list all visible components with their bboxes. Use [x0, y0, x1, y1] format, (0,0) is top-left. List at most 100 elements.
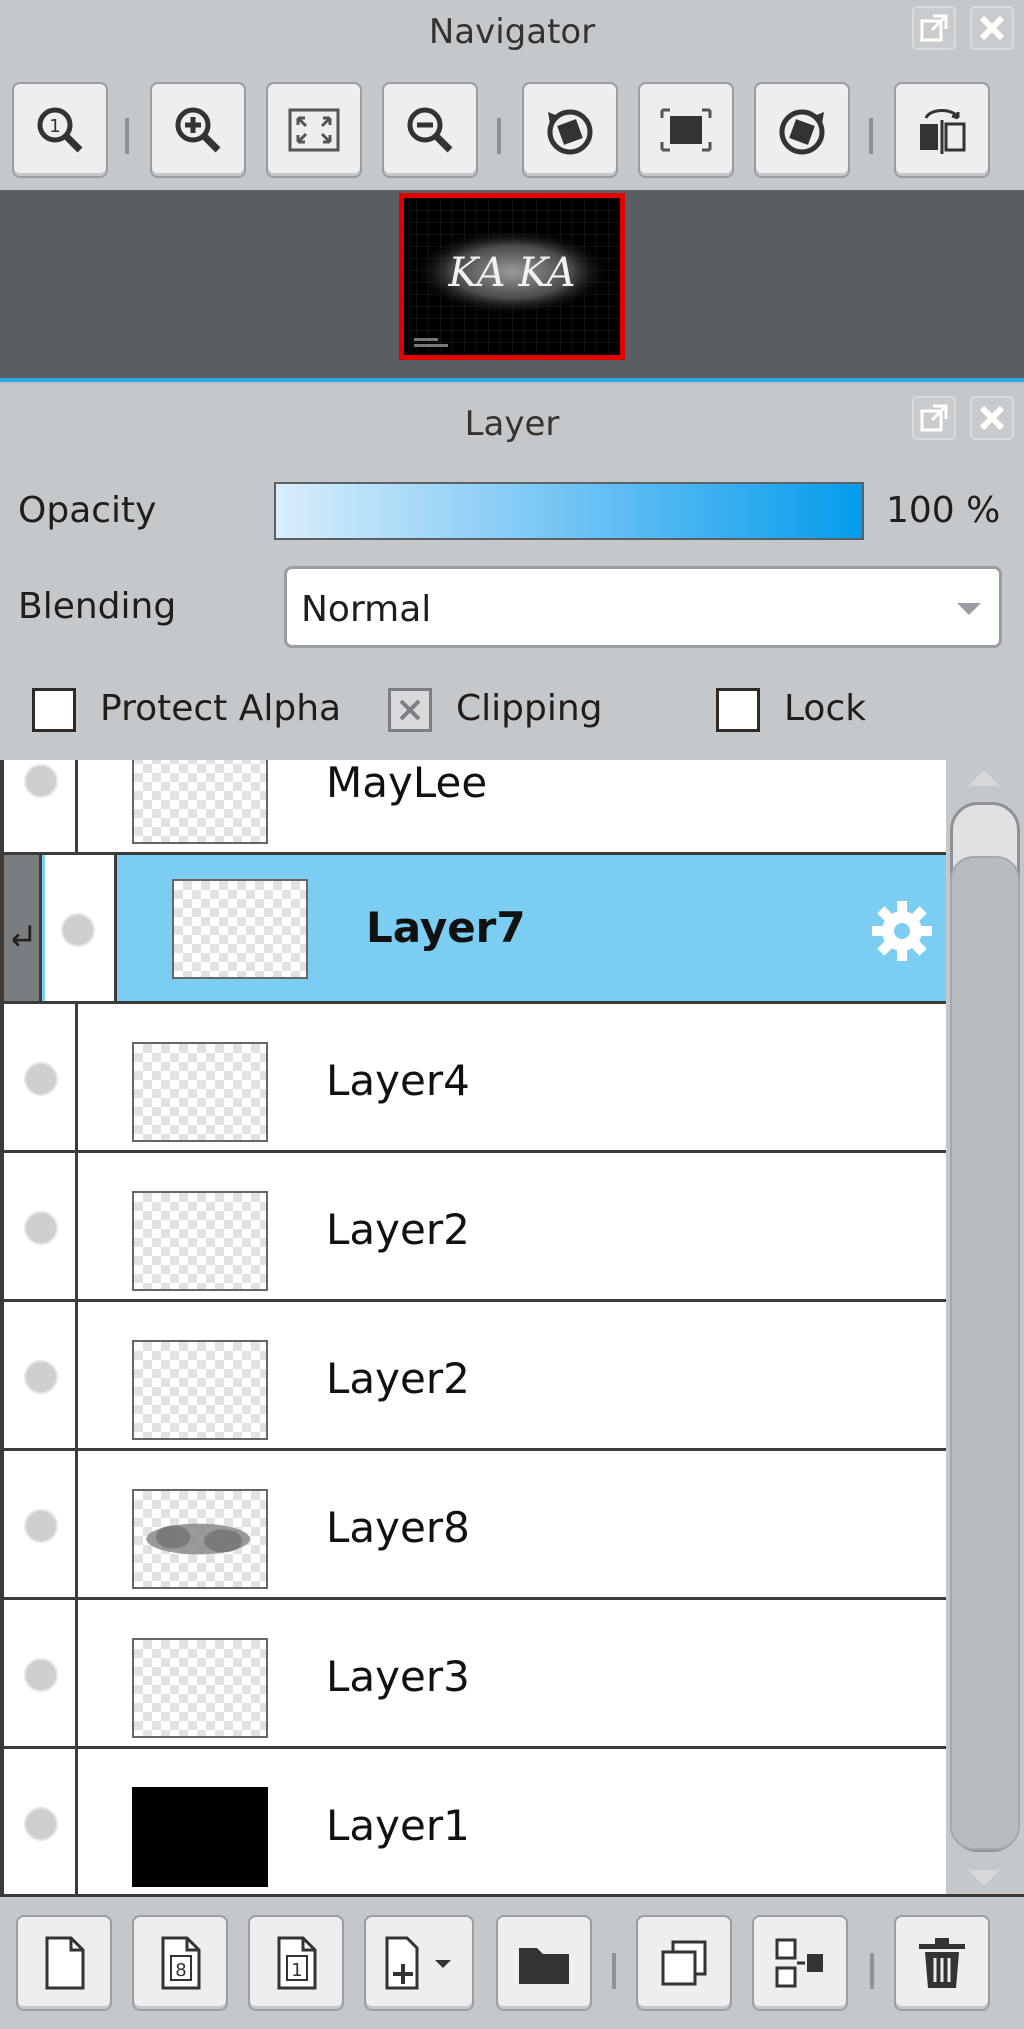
scroll-thumb[interactable]	[950, 856, 1020, 1850]
layer-row[interactable]: Layer1	[4, 1749, 946, 1894]
layer-list-scrollbar[interactable]	[946, 760, 1024, 1894]
layer-row[interactable]: Layer2	[4, 1153, 946, 1302]
chevron-down-icon	[957, 603, 981, 615]
layer-thumbnail	[132, 1340, 268, 1440]
layer-name: Layer8	[326, 1503, 470, 1552]
merge-layer-button[interactable]	[752, 1915, 848, 2011]
svg-text:8: 8	[175, 1960, 186, 1981]
clipping-indicator	[4, 855, 42, 1001]
navigator-toolbar: 1	[0, 68, 1024, 190]
flip-horizontal-icon	[920, 109, 966, 154]
layer-thumbnail	[132, 760, 268, 844]
new-color-layer-button[interactable]	[16, 1915, 112, 2011]
navigator-preview-area[interactable]: KA KA	[0, 190, 1024, 378]
delete-layer-button[interactable]	[894, 1915, 990, 2011]
protect-alpha-checkbox[interactable]	[32, 688, 76, 732]
blending-mode-select[interactable]: Normal	[284, 566, 1002, 648]
scroll-down-icon[interactable]	[968, 1870, 1000, 1886]
layer-list[interactable]: MayLee Layer7 Layer4 Layer2 Layer2 Layer…	[0, 760, 946, 1894]
navigator-canvas-thumbnail[interactable]: KA KA	[399, 193, 625, 360]
lock-checkbox[interactable]	[716, 688, 760, 732]
layer-thumbnail	[132, 1638, 268, 1738]
navigator-close-button[interactable]	[970, 6, 1014, 50]
svg-text:1: 1	[291, 1960, 302, 1981]
clipping-arrow-icon	[12, 925, 32, 947]
reset-view-icon	[660, 108, 712, 152]
visibility-column	[4, 1600, 78, 1746]
scroll-up-icon[interactable]	[968, 770, 1000, 786]
layer-thumbnail	[132, 1191, 268, 1291]
visibility-toggle-icon[interactable]	[24, 1062, 58, 1096]
layer-name: Layer2	[326, 1354, 470, 1403]
panel-divider[interactable]	[0, 378, 1024, 382]
visibility-toggle-icon[interactable]	[24, 764, 58, 798]
layer-name: Layer4	[326, 1056, 470, 1105]
layer-panel-title: Layer	[464, 404, 560, 444]
visibility-toggle-icon[interactable]	[24, 1807, 58, 1841]
opacity-slider[interactable]	[274, 482, 864, 540]
thumbnail-text: KA KA	[447, 250, 575, 296]
zoom-100-icon: 1	[37, 107, 83, 153]
layer-row[interactable]: Layer4	[4, 1004, 946, 1153]
layer-row-selected[interactable]: Layer7	[4, 855, 946, 1004]
layer-header: Layer	[0, 384, 1024, 452]
clipping-checkbox[interactable]	[388, 688, 432, 732]
visibility-toggle-icon[interactable]	[61, 913, 95, 947]
fit-to-window-button[interactable]	[266, 82, 362, 178]
protect-alpha-label[interactable]: Protect Alpha	[100, 688, 341, 729]
layer-row[interactable]: Layer3	[4, 1600, 946, 1749]
layer-name: Layer1	[326, 1801, 470, 1850]
duplicate-icon	[661, 1940, 707, 1986]
visibility-column	[4, 1153, 78, 1299]
gear-icon[interactable]	[868, 897, 936, 965]
zoom-in-button[interactable]	[150, 82, 246, 178]
layer-close-button[interactable]	[970, 396, 1014, 440]
opacity-label: Opacity	[18, 490, 157, 531]
layer-thumbnail	[132, 1489, 268, 1589]
navigator-detach-button[interactable]	[912, 6, 956, 50]
add-layer-menu-button[interactable]	[364, 1915, 474, 2011]
layer-thumbnail	[132, 1787, 268, 1887]
reset-rotation-button[interactable]	[638, 82, 734, 178]
layer-detach-button[interactable]	[912, 396, 956, 440]
visibility-column	[4, 760, 78, 852]
detach-icon	[920, 404, 948, 432]
clipping-label[interactable]: Clipping	[456, 688, 603, 729]
zoom-out-button[interactable]	[382, 82, 478, 178]
visibility-toggle-icon[interactable]	[24, 1658, 58, 1692]
layer-name: Layer2	[326, 1205, 470, 1254]
layer-name: Layer3	[326, 1652, 470, 1701]
visibility-toggle-icon[interactable]	[24, 1509, 58, 1543]
layer-row[interactable]: Layer8	[4, 1451, 946, 1600]
flip-horizontal-button[interactable]	[894, 82, 990, 178]
rotate-left-button[interactable]	[522, 82, 618, 178]
detach-icon	[920, 14, 948, 42]
opacity-value: 100 %	[886, 490, 1001, 531]
smudge-thumbnail-art	[146, 1523, 250, 1555]
layer-row[interactable]: Layer2	[4, 1302, 946, 1451]
visibility-toggle-icon[interactable]	[24, 1360, 58, 1394]
close-icon	[979, 405, 1005, 431]
new-1bit-layer-button[interactable]: 1	[248, 1915, 344, 2011]
blending-mode-value: Normal	[301, 589, 432, 630]
layer-settings: Opacity 100 % Blending Normal Protect Al…	[0, 452, 1024, 760]
layer-thumbnail	[172, 879, 308, 979]
x-mark-icon	[399, 699, 421, 721]
visibility-toggle-icon[interactable]	[24, 1211, 58, 1245]
blending-label: Blending	[18, 586, 177, 627]
duplicate-layer-button[interactable]	[636, 1915, 732, 2011]
folder-icon	[519, 1948, 569, 1984]
merge-down-icon	[775, 1938, 823, 1988]
layer-toolbar: 8 1	[0, 1894, 1024, 2029]
add-layer-dropdown-icon	[385, 1936, 451, 1990]
rotate-right-button[interactable]	[754, 82, 850, 178]
new-folder-button[interactable]	[496, 1915, 592, 2011]
visibility-column	[45, 855, 117, 1001]
zoom-actual-size-button[interactable]: 1	[12, 82, 108, 178]
fit-screen-icon	[288, 108, 340, 152]
new-8bit-layer-button[interactable]: 8	[132, 1915, 228, 2011]
rotate-right-icon	[779, 109, 825, 155]
layer-row[interactable]: MayLee	[4, 760, 946, 855]
lock-label[interactable]: Lock	[784, 688, 866, 729]
visibility-column	[4, 1749, 78, 1894]
